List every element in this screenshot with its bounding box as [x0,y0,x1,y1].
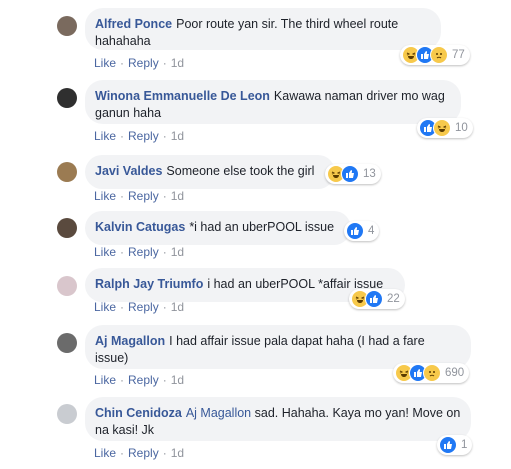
like-button[interactable]: Like [94,446,116,460]
timestamp[interactable]: 1d [171,129,184,143]
reactions-summary[interactable]: 690 [393,363,470,383]
comment-actions: Like · Reply · 1d [94,189,184,203]
comment-author[interactable]: Ralph Jay Triumfo [95,277,203,291]
separator: · [120,129,125,143]
reactions-summary[interactable]: 4 [344,221,380,241]
like-button[interactable]: Like [94,129,116,143]
separator: · [162,245,167,259]
like-button[interactable]: Like [94,245,116,259]
mention-tag[interactable]: Aj Magallon [186,406,251,420]
sad-icon [430,46,448,64]
comment-bubble: Winona Emmanuelle De Leon Kawawa naman dr… [85,80,461,124]
reaction-count: 4 [368,225,375,237]
separator: · [162,300,167,314]
separator: · [120,56,125,70]
separator: · [120,189,125,203]
comment-actions: Like · Reply · 1d [94,245,184,259]
separator: · [162,129,167,143]
reply-button[interactable]: Reply [128,300,159,314]
haha-icon [433,119,451,137]
comment-text: Someone else took the girl [166,164,315,178]
like-button[interactable]: Like [94,300,116,314]
separator: · [120,300,125,314]
comment-bubble: Chin Cenidoza Aj Magallon sad. Hahaha. Ka… [85,397,471,441]
reactions-summary[interactable]: 10 [417,118,473,138]
like-button[interactable]: Like [94,189,116,203]
comment-bubble: Kalvin Catugas *i had an uberPOOL issue [85,211,351,245]
comment-actions: Like · Reply · 1d [94,446,184,460]
separator: · [162,446,167,460]
reaction-count: 1 [461,439,468,451]
comment-author[interactable]: Kalvin Catugas [95,220,185,234]
separator: · [162,189,167,203]
separator: · [120,446,125,460]
timestamp[interactable]: 1d [171,300,184,314]
reaction-count: 13 [363,168,376,180]
like-icon [439,436,457,454]
comment-author[interactable]: Javi Valdes [95,164,162,178]
separator: · [162,56,167,70]
reaction-count: 22 [387,293,400,305]
reactions-summary[interactable]: 13 [325,164,381,184]
comment-author[interactable]: Chin Cenidoza [95,406,182,420]
reaction-count: 10 [455,122,468,134]
separator: · [120,245,125,259]
comment-bubble: Javi Valdes Someone else took the girl [85,155,335,189]
timestamp[interactable]: 1d [171,446,184,460]
like-icon [365,290,383,308]
separator: · [162,373,167,387]
comment-actions: Like · Reply · 1d [94,373,184,387]
reaction-count: 77 [452,49,465,61]
reply-button[interactable]: Reply [128,373,159,387]
comment-actions: Like · Reply · 1d [94,300,184,314]
avatar[interactable] [57,218,77,238]
reply-button[interactable]: Reply [128,56,159,70]
like-button[interactable]: Like [94,56,116,70]
reactions-summary[interactable]: 22 [349,289,405,309]
comment-bubble: Alfred Ponce Poor route yan sir. The thir… [85,8,441,50]
avatar[interactable] [57,404,77,424]
comment-actions: Like · Reply · 1d [94,56,184,70]
avatar[interactable] [57,276,77,296]
avatar[interactable] [57,88,77,108]
comment-author[interactable]: Aj Magallon [95,334,165,348]
timestamp[interactable]: 1d [171,245,184,259]
reactions-summary[interactable]: 1 [437,435,473,455]
comment-author[interactable]: Alfred Ponce [95,17,172,31]
comment-author[interactable]: Winona Emmanuelle De Leon [95,89,270,103]
sad-icon [423,364,441,382]
like-icon [346,222,364,240]
comment-actions: Like · Reply · 1d [94,129,184,143]
avatar[interactable] [57,16,77,36]
comment-text: *i had an uberPOOL issue [189,220,335,234]
reply-button[interactable]: Reply [128,245,159,259]
reply-button[interactable]: Reply [128,129,159,143]
reply-button[interactable]: Reply [128,446,159,460]
timestamp[interactable]: 1d [171,373,184,387]
reaction-count: 690 [445,367,465,379]
avatar[interactable] [57,162,77,182]
separator: · [120,373,125,387]
timestamp[interactable]: 1d [171,56,184,70]
avatar[interactable] [57,333,77,353]
reply-button[interactable]: Reply [128,189,159,203]
like-icon [341,165,359,183]
timestamp[interactable]: 1d [171,189,184,203]
reactions-summary[interactable]: 77 [400,45,470,65]
like-button[interactable]: Like [94,373,116,387]
